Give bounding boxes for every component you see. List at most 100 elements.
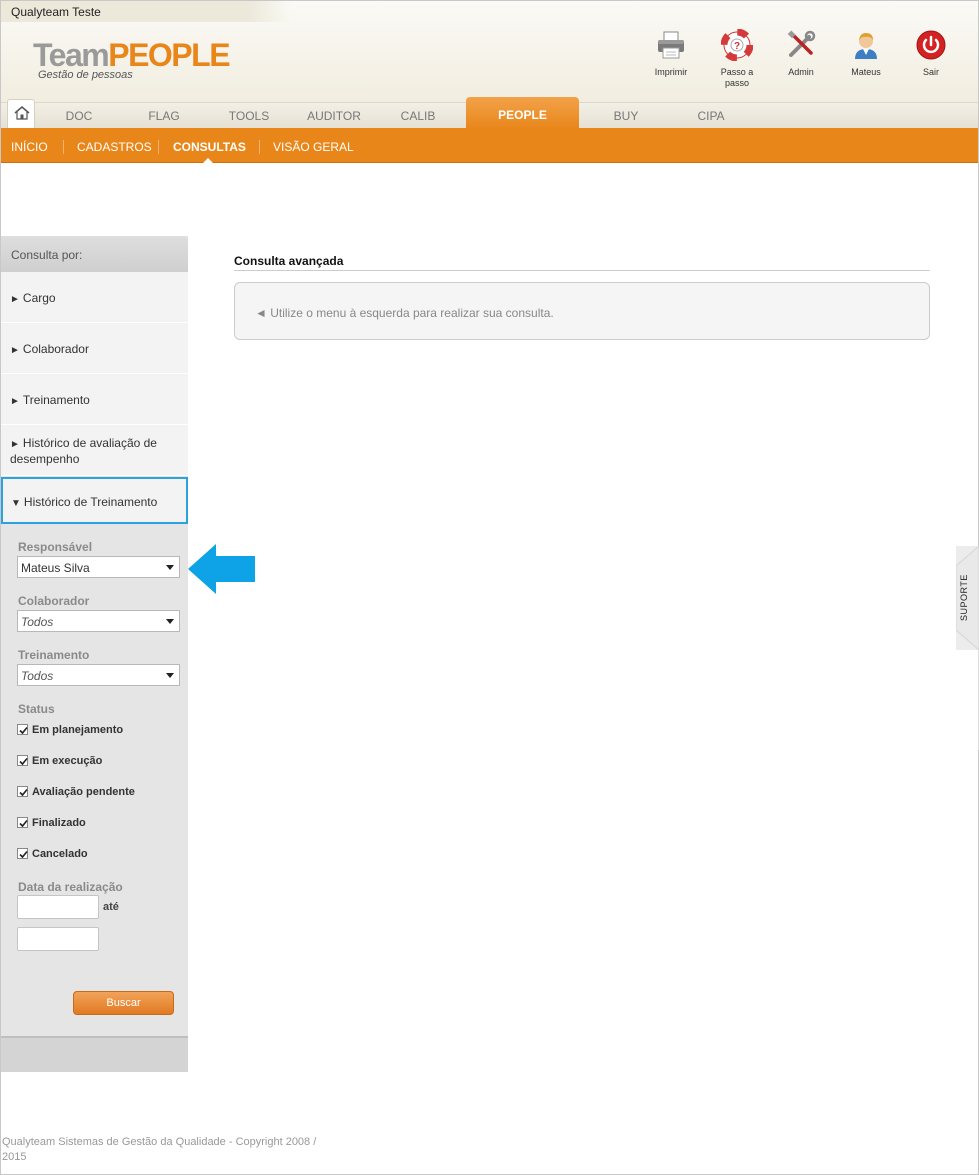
subnav-cadastros[interactable]: CADASTROS: [77, 128, 152, 163]
date-from-input[interactable]: [17, 895, 99, 919]
status-em-execucao[interactable]: Em execução: [17, 754, 103, 767]
page-title: Consulta avançada: [234, 254, 344, 268]
pointer-arrow-icon: [188, 544, 255, 594]
tools-icon: [787, 30, 816, 57]
title-divider: [234, 270, 930, 271]
tab-doc[interactable]: DOC: [49, 103, 109, 129]
colaborador-value: Todos: [21, 615, 54, 629]
date-separator: até: [103, 901, 119, 913]
expand-arrow-icon: ►: [10, 294, 20, 305]
colaborador-label: Colaborador: [18, 594, 90, 608]
treinamento-label: Treinamento: [18, 648, 90, 662]
admin-button[interactable]: Admin: [771, 29, 831, 78]
sidebar-item-treinamento[interactable]: ► Treinamento: [1, 374, 188, 425]
sidebar-item-label: Histórico de Treinamento: [23, 495, 158, 509]
sidebar-item-historico-treinamento[interactable]: ▼ Histórico de Treinamento: [1, 477, 188, 524]
subnav-visao-geral[interactable]: VISÃO GERAL: [273, 128, 354, 163]
collapse-arrow-icon: ▼: [11, 498, 21, 509]
status-cancelado[interactable]: Cancelado: [17, 847, 88, 860]
tab-people[interactable]: PEOPLE: [466, 97, 579, 129]
tab-tools[interactable]: TOOLS: [219, 103, 279, 129]
module-tabs: DOC FLAG TOOLS AUDITOR CALIB PEOPLE BUY …: [1, 97, 978, 129]
dropdown-caret-icon: [166, 619, 174, 624]
check-icon: [19, 788, 28, 796]
expand-arrow-icon: ►: [10, 345, 20, 356]
status-option-label: Avaliação pendente: [32, 786, 135, 798]
printer-icon: [658, 31, 684, 59]
lifebuoy-icon: ?: [721, 29, 753, 61]
check-icon: [19, 757, 28, 765]
company-name: Qualyteam Teste: [1, 1, 291, 22]
status-option-label: Finalizado: [32, 817, 86, 829]
status-label: Status: [18, 702, 55, 716]
step-by-step-button[interactable]: ? Passo a passo: [707, 29, 767, 89]
responsavel-value: Mateus Silva: [21, 561, 90, 575]
user-button[interactable]: Mateus: [836, 29, 896, 78]
status-avaliacao-pendente[interactable]: Avaliação pendente: [17, 785, 135, 798]
header-actions: Imprimir ? Passo a passo Admin Mateus Sa…: [1, 29, 978, 99]
sidebar-item-colaborador[interactable]: ► Colaborador: [1, 323, 188, 374]
print-button[interactable]: Imprimir: [641, 29, 701, 78]
check-icon: [19, 819, 28, 827]
status-checkbox[interactable]: [17, 816, 28, 828]
check-icon: [19, 850, 28, 858]
svg-text:?: ?: [734, 41, 740, 52]
sidebar-item-label: Cargo: [22, 291, 56, 305]
treinamento-value: Todos: [21, 669, 54, 683]
dropdown-caret-icon: [166, 565, 174, 570]
sidebar-heading: Consulta por:: [1, 236, 188, 272]
dropdown-caret-icon: [166, 673, 174, 678]
status-option-label: Cancelado: [32, 848, 88, 860]
tab-flag[interactable]: FLAG: [134, 103, 194, 129]
sidebar-item-label: Treinamento: [22, 393, 90, 407]
status-finalizado[interactable]: Finalizado: [17, 816, 86, 829]
logout-label: Sair: [922, 67, 939, 77]
responsavel-label: Responsável: [18, 540, 93, 554]
sidebar-item-cargo[interactable]: ► Cargo: [1, 272, 188, 323]
user-label: Mateus: [851, 67, 881, 77]
responsavel-select[interactable]: Mateus Silva: [17, 556, 180, 578]
treinamento-select[interactable]: Todos: [17, 664, 180, 686]
query-sidebar: Consulta por: ► Cargo ► Colaborador ► Trein…: [1, 236, 188, 1072]
home-icon: [14, 106, 30, 120]
tab-buy[interactable]: BUY: [596, 103, 656, 129]
colaborador-select[interactable]: Todos: [17, 610, 180, 632]
expand-arrow-icon: ►: [10, 396, 20, 407]
sidebar-item-label: Colaborador: [22, 342, 89, 356]
status-checkbox[interactable]: [17, 785, 28, 797]
sub-navigation: INÍCIO CADASTROS CONSULTAS VISÃO GERAL: [1, 128, 978, 163]
search-button[interactable]: Buscar: [73, 991, 174, 1015]
subnav-divider: [63, 140, 64, 154]
user-icon: [855, 33, 877, 59]
status-option-label: Em planejamento: [32, 724, 124, 736]
header: Qualyteam Teste TeamPEOPLE Gestão de pes…: [1, 1, 978, 102]
home-tab[interactable]: [7, 99, 35, 129]
subnav-divider: [158, 140, 159, 154]
subnav-divider: [259, 140, 260, 154]
step-by-step-label: Passo a passo: [720, 67, 754, 88]
print-label: Imprimir: [654, 67, 688, 77]
status-checkbox[interactable]: [17, 847, 28, 859]
logout-button[interactable]: Sair: [901, 29, 961, 78]
copyright-footer: Qualyteam Sistemas de Gestão da Qualidad…: [2, 1136, 317, 1163]
expand-arrow-icon: ►: [10, 439, 20, 450]
sidebar-footer: [1, 1036, 188, 1072]
check-icon: [19, 726, 28, 734]
status-checkbox[interactable]: [17, 754, 28, 766]
power-icon: [916, 30, 946, 60]
status-option-label: Em execução: [32, 755, 103, 767]
subnav-inicio[interactable]: INÍCIO: [11, 128, 48, 163]
tab-calib[interactable]: CALIB: [388, 103, 448, 129]
active-indicator: [203, 158, 213, 163]
support-tab[interactable]: SUPORTE: [956, 546, 979, 650]
status-checkbox[interactable]: [17, 723, 28, 735]
tab-auditor[interactable]: AUDITOR: [299, 103, 369, 129]
info-message: ◄ Utilize o menu à esquerda para realiza…: [234, 282, 930, 340]
support-label: SUPORTE: [959, 574, 969, 622]
status-em-planejamento[interactable]: Em planejamento: [17, 723, 124, 736]
admin-label: Admin: [788, 67, 814, 77]
tab-cipa[interactable]: CIPA: [681, 103, 741, 129]
sidebar-item-label: Histórico de avaliação de desempenho: [10, 436, 157, 466]
sidebar-item-historico-avaliacao[interactable]: ► Histórico de avaliação de desempenho: [1, 425, 188, 476]
date-to-input[interactable]: [17, 927, 99, 951]
